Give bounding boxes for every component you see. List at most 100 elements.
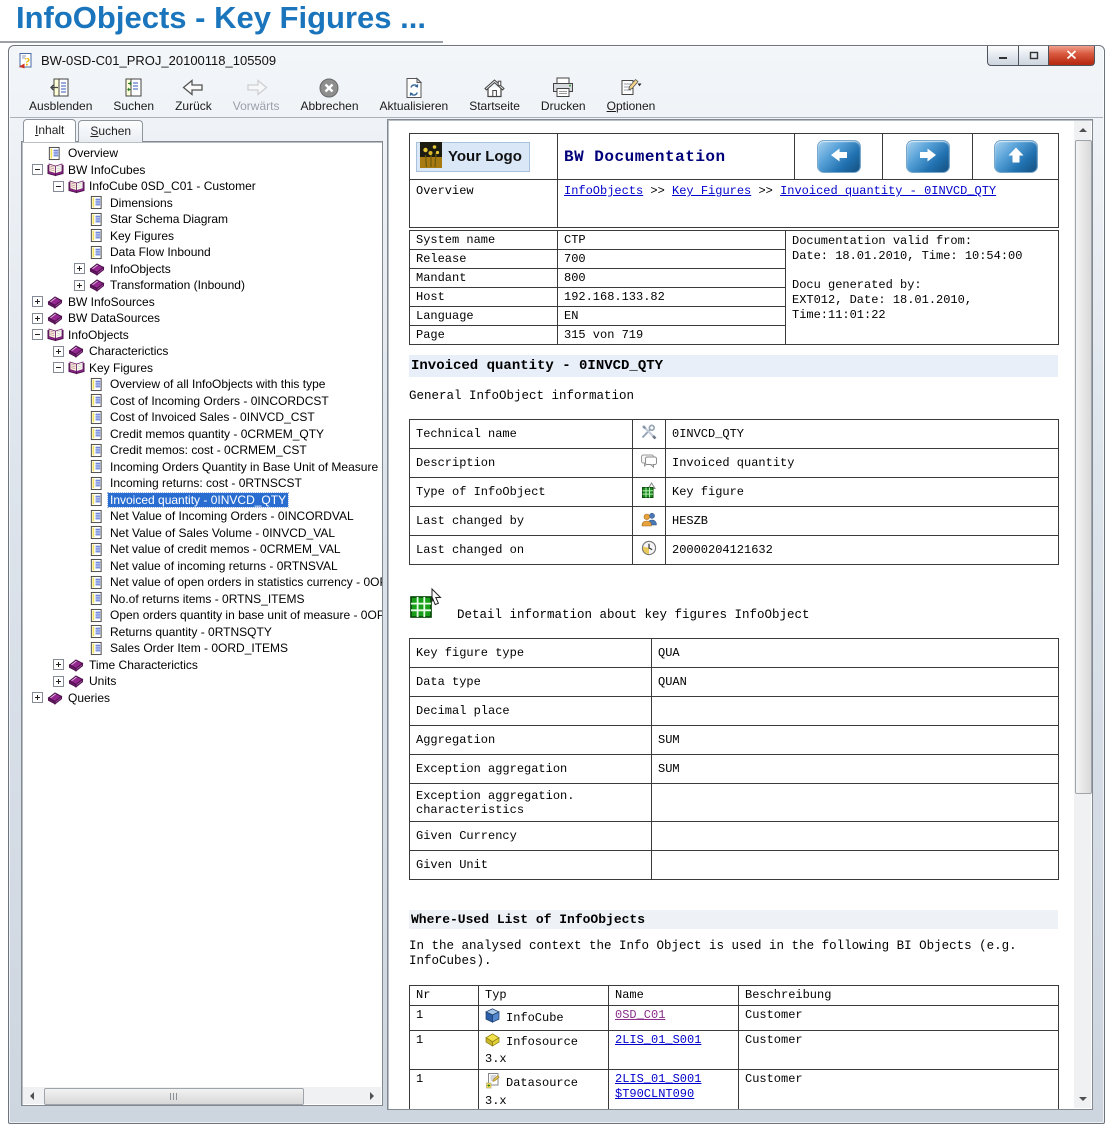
whereused-link[interactable]: $T90CLNT090: [615, 1087, 732, 1102]
content-vertical-scrollbar[interactable]: [1074, 121, 1091, 1108]
tree-item[interactable]: No.of returns items - 0RTNS_ITEMS: [22, 591, 382, 608]
tree-item[interactable]: BW InfoSources: [22, 294, 382, 311]
tree-item[interactable]: Key Figures: [22, 360, 382, 377]
nav-next-button[interactable]: [906, 140, 950, 173]
tree-item[interactable]: Incoming returns: cost - 0RTNSCST: [22, 475, 382, 492]
tree-item[interactable]: Net Value of Incoming Orders - 0INCORDVA…: [22, 508, 382, 525]
scroll-right-arrow-icon[interactable]: [364, 1087, 381, 1104]
tree-item-label: Credit memos: cost - 0CRMEM_CST: [108, 443, 309, 457]
tree-item[interactable]: Dimensions: [22, 195, 382, 212]
tree-item[interactable]: InfoObjects: [22, 327, 382, 344]
system-value: 800: [558, 269, 786, 288]
book-closed-icon: [47, 691, 66, 705]
content-pane: Your Logo BW Documentation Overview Info…: [387, 119, 1093, 1110]
tab-inhalt[interactable]: Inhalt: [23, 119, 76, 142]
tree-item[interactable]: Credit memos: cost - 0CRMEM_CST: [22, 442, 382, 459]
tree-item-label: Cost of Invoiced Sales - 0INVCD_CST: [108, 410, 317, 424]
tree-item[interactable]: Returns quantity - 0RTNSQTY: [22, 624, 382, 641]
document: Your Logo BW Documentation Overview Info…: [388, 120, 1074, 1109]
toolbar-label: Suchen: [113, 99, 154, 113]
whereused-link[interactable]: 2LIS_01_S001: [615, 1072, 732, 1087]
tree-expander-plus[interactable]: [74, 280, 85, 291]
toolbar-vorwärts[interactable]: Vorwärts: [230, 75, 283, 113]
tab-suchen[interactable]: Suchen: [78, 120, 143, 142]
tree-horizontal-scrollbar[interactable]: [23, 1087, 381, 1104]
tree-item[interactable]: Net value of open orders in statistics c…: [22, 574, 382, 591]
page-icon: [89, 624, 108, 639]
toolbar-drucken[interactable]: Drucken: [538, 75, 589, 113]
tree-item-label: InfoObjects: [108, 262, 173, 276]
tree-item[interactable]: BW DataSources: [22, 310, 382, 327]
scroll-left-arrow-icon[interactable]: [23, 1087, 40, 1104]
maximize-button[interactable]: [1018, 46, 1049, 66]
tree-item[interactable]: Net value of credit memos - 0CRMEM_VAL: [22, 541, 382, 558]
toolbar-aktualisieren[interactable]: Aktualisieren: [377, 75, 452, 113]
maximize-icon: [1029, 47, 1039, 65]
scrollbar-thumb[interactable]: [44, 1088, 304, 1105]
toolbar-abbrechen[interactable]: Abbrechen: [297, 75, 361, 113]
breadcrumb-link[interactable]: InfoObjects: [564, 184, 643, 198]
tree-item[interactable]: Queries: [22, 690, 382, 707]
whereused-link[interactable]: 2LIS_01_S001: [615, 1033, 732, 1048]
toolbar-suchen[interactable]: Suchen: [110, 75, 157, 113]
toolbar-zurück[interactable]: Zurück: [172, 75, 215, 113]
tree-item[interactable]: Overview of all InfoObjects with this ty…: [22, 376, 382, 393]
tree-expander-plus[interactable]: [32, 313, 43, 324]
tree-item[interactable]: Invoiced quantity - 0INVCD_QTY: [22, 492, 382, 509]
tree-item[interactable]: Time Characterictics: [22, 657, 382, 674]
tree-item[interactable]: Characterictics: [22, 343, 382, 360]
wu-nr: 1: [410, 1031, 479, 1070]
tree-item[interactable]: Net value of incoming returns - 0RTNSVAL: [22, 558, 382, 575]
info-value: HESZB: [666, 507, 1059, 536]
tree-item[interactable]: Incoming Orders Quantity in Base Unit of…: [22, 459, 382, 476]
tree-expander-plus[interactable]: [32, 296, 43, 307]
tree-item[interactable]: Data Flow Inbound: [22, 244, 382, 261]
tree-item[interactable]: BW InfoCubes: [22, 162, 382, 179]
tree-expander-plus[interactable]: [74, 263, 85, 274]
minimize-button[interactable]: [987, 46, 1018, 66]
scroll-up-arrow-icon[interactable]: [1074, 121, 1091, 138]
tree-item-label: Net Value of Incoming Orders - 0INCORDVA…: [108, 509, 356, 523]
nav-left-arrow-icon: [828, 146, 850, 168]
tree-expander-minus[interactable]: [32, 164, 43, 175]
tree-expander-plus[interactable]: [32, 692, 43, 703]
tree-item[interactable]: Transformation (Inbound): [22, 277, 382, 294]
tree-expander-plus[interactable]: [53, 659, 64, 670]
tree-item[interactable]: Star Schema Diagram: [22, 211, 382, 228]
tree-item[interactable]: Credit memos quantity - 0CRMEM_QTY: [22, 426, 382, 443]
page-icon: [89, 377, 108, 392]
tree-item[interactable]: Cost of Incoming Orders - 0INCORDCST: [22, 393, 382, 410]
system-row: System nameCTPDocumentation valid from:D…: [410, 231, 1059, 250]
tree-expander-minus[interactable]: [53, 181, 64, 192]
tree-item[interactable]: Cost of Invoiced Sales - 0INVCD_CST: [22, 409, 382, 426]
tree-item[interactable]: Key Figures: [22, 228, 382, 245]
breadcrumb-link[interactable]: Invoiced quantity - 0INVCD_QTY: [780, 184, 996, 198]
tree-item[interactable]: Units: [22, 673, 382, 690]
tree-item-label: InfoObjects: [66, 328, 131, 342]
scrollbar-thumb[interactable]: [1075, 140, 1092, 794]
toolbar-ausblenden[interactable]: Ausblenden: [26, 75, 95, 113]
whereused-link[interactable]: 0SD_C01: [615, 1008, 732, 1023]
breadcrumb-link[interactable]: Key Figures: [672, 184, 751, 198]
toolbar-optionen[interactable]: Optionen: [604, 75, 659, 113]
close-button[interactable]: [1049, 46, 1095, 66]
tree-item[interactable]: Sales Order Item - 0ORD_ITEMS: [22, 640, 382, 657]
tree-expander-plus[interactable]: [53, 676, 64, 687]
detail-label: Given Unit: [410, 851, 652, 880]
tree-expander-minus[interactable]: [32, 329, 43, 340]
tree-expander-minus[interactable]: [53, 362, 64, 373]
tree-item[interactable]: InfoObjects: [22, 261, 382, 278]
scroll-down-arrow-icon[interactable]: [1074, 1091, 1091, 1108]
nav-previous-button[interactable]: [817, 140, 861, 173]
tree-item[interactable]: Open orders quantity in base unit of mea…: [22, 607, 382, 624]
speech-bubble-icon: [633, 449, 666, 478]
toolbar-startseite[interactable]: Startseite: [466, 75, 523, 113]
tree-item[interactable]: Overview: [22, 145, 382, 162]
tree-item[interactable]: Net Value of Sales Volume - 0INVCD_VAL: [22, 525, 382, 542]
tree-item[interactable]: InfoCube 0SD_C01 - Customer: [22, 178, 382, 195]
screenshot-root: { "page": { "heading": "InfoObjects - Ke…: [0, 0, 1113, 1130]
tree-expander-plus[interactable]: [53, 346, 64, 357]
system-label: Release: [410, 250, 558, 269]
nav-up-button[interactable]: [994, 140, 1038, 173]
window-titlebar[interactable]: ? BW-0SD-C01_PROJ_20100118_105509: [9, 46, 1104, 75]
